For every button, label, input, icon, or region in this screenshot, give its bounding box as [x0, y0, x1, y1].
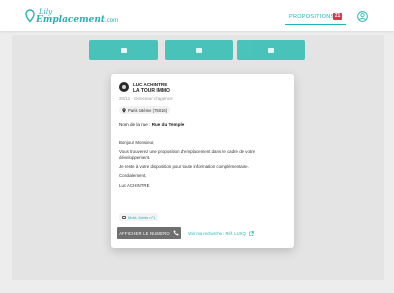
- location-pin-icon: [122, 107, 126, 113]
- agency-avatar: [119, 82, 129, 92]
- sender-name: LUC ACHINTRE: [133, 82, 168, 87]
- location-text: Paris 16ème (75016): [128, 107, 168, 113]
- agency-name: LA TOUR IMMO: [133, 88, 170, 94]
- filter-button-3: [237, 40, 305, 60]
- logo-main-text: Emplacement.com: [36, 15, 119, 25]
- message-greeting: Bonjour Monsieur,: [119, 140, 155, 145]
- street-value: Rue du Temple: [151, 122, 185, 127]
- attachment-link[interactable]: Mots Joints n°1: [119, 213, 159, 221]
- filter-button-1: [89, 40, 158, 60]
- sender-meta: 20/11 · Directeur d'agence: [119, 96, 173, 101]
- message-body-1: Vous trouverez une proposition d'emplace…: [119, 149, 256, 160]
- proposition-detail-card: LUC ACHINTRE LA TOUR IMMO 20/11 · Direct…: [111, 74, 294, 248]
- filter-icon: [196, 47, 202, 53]
- phone-icon: [173, 230, 179, 236]
- view-search-link[interactable]: Voir ma recherche : Réf. LUXQ: [188, 231, 254, 236]
- attachment-label: Mots Joints n°1: [128, 214, 156, 220]
- user-account-icon[interactable]: [357, 11, 368, 22]
- map-pin-icon: [25, 9, 35, 23]
- message-signature: Luc ACHINTRE: [119, 183, 150, 188]
- attachment-icon: [122, 215, 126, 219]
- external-link-icon: [248, 231, 254, 236]
- filter-icon: [120, 47, 127, 53]
- location-chip: Paris 16ème (75016): [119, 106, 171, 114]
- nav-propositions[interactable]: PROPOSITIONS: [289, 14, 334, 20]
- propositions-count-badge: 21: [333, 13, 342, 20]
- view-search-label: Voir ma recherche : Réf. LUXQ: [188, 231, 246, 236]
- filter-button-2: [165, 40, 233, 60]
- show-phone-label: AFFICHER LE NUMERO: [119, 230, 170, 236]
- filter-icon: [268, 47, 274, 53]
- site-logo[interactable]: Lily Emplacement.com: [25, 8, 118, 27]
- top-navbar: Lily Emplacement.com PROPOSITIONS 21: [0, 0, 394, 31]
- show-phone-button[interactable]: AFFICHER LE NUMERO: [117, 227, 181, 239]
- street-line: Nom de la rue : Rue du Temple: [119, 122, 185, 127]
- message-closing: Cordialement,: [119, 173, 147, 178]
- nav-active-underline: [285, 24, 346, 25]
- message-body-2: Je reste à votre disposition pour toute …: [119, 164, 249, 169]
